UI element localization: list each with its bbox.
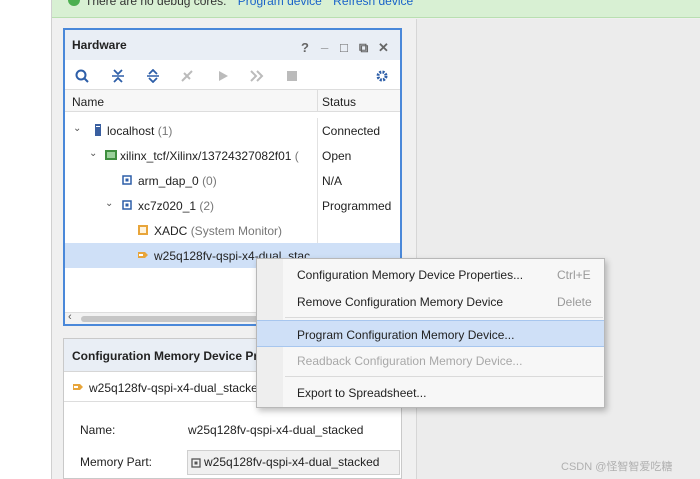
menu-item-label: Export to Spreadsheet... — [297, 386, 427, 400]
menu-item-label: Configuration Memory Device Properties..… — [297, 268, 524, 282]
hardware-title: Hardware — [72, 38, 127, 52]
tree-row-xc7z020[interactable]: ⌄ xc7z020_1 (2) Programmed — [65, 193, 400, 218]
menu-item-label: Program Configuration Memory Device... — [297, 328, 515, 342]
collapse-all-icon[interactable] — [110, 68, 126, 84]
stop-icon — [284, 68, 300, 84]
float-icon[interactable]: ⧉ — [359, 40, 368, 56]
banner-text: There are no debug cores. — [85, 0, 227, 8]
left-sidebar-strip — [0, 0, 52, 479]
chip-icon — [122, 200, 132, 210]
hardware-title-bar: Hardware ? _ □ ⧉ ✕ — [65, 30, 400, 60]
memory-device-icon — [73, 384, 83, 390]
debug-banner: There are no debug cores. Program device… — [52, 0, 700, 18]
tree-row-arm-dap[interactable]: arm_dap_0 (0) N/A — [65, 168, 400, 193]
tree-row-label: arm_dap_0 (0) — [138, 174, 217, 188]
editor-area — [416, 19, 700, 479]
menu-item-readback-device: Readback Configuration Memory Device... — [257, 347, 604, 374]
menu-separator — [285, 376, 603, 377]
tree-header: Name Status — [65, 90, 400, 112]
program-device-link[interactable]: Program device — [238, 0, 322, 8]
tree-row-label: xilinx_tcf/Xilinx/13724327082f01 ( — [120, 149, 299, 163]
tree-row-status: Open — [322, 149, 352, 163]
tree-row-localhost[interactable]: ⌄ localhost (1) Connected — [65, 118, 400, 143]
column-name-header[interactable]: Name — [72, 95, 104, 109]
tree-row-label: XADC (System Monitor) — [154, 224, 283, 238]
tree-row-label: localhost (1) — [107, 124, 173, 138]
banner-message: There are no debug cores. Program device… — [85, 0, 413, 8]
column-status-header[interactable]: Status — [322, 95, 356, 109]
menu-item-shortcut: Ctrl+E — [557, 268, 591, 282]
chip-icon — [122, 175, 132, 185]
minimize-icon[interactable]: _ — [321, 35, 328, 50]
chip-icon — [191, 458, 201, 468]
tree-row-status: Connected — [322, 124, 381, 138]
chevron-down-icon[interactable]: ⌄ — [73, 123, 81, 134]
run-icon — [215, 68, 231, 84]
tree-row-target[interactable]: ⌄ xilinx_tcf/Xilinx/13724327082f01 ( Ope… — [65, 143, 400, 168]
maximize-icon[interactable]: □ — [340, 40, 348, 55]
memory-device-icon — [138, 252, 148, 258]
help-icon[interactable]: ? — [301, 40, 309, 55]
name-value: w25q128fv-qspi-x4-dual_stacked — [188, 423, 364, 437]
name-label: Name: — [80, 423, 116, 437]
board-icon — [105, 150, 117, 160]
chevron-down-icon[interactable]: ⌄ — [105, 198, 113, 209]
memory-part-field[interactable]: w25q128fv-qspi-x4-dual_stacked — [187, 450, 400, 475]
menu-item-program-device[interactable]: Program Configuration Memory Device... — [257, 320, 604, 347]
search-icon[interactable] — [74, 68, 90, 84]
auto-connect-icon — [179, 68, 195, 84]
close-icon[interactable]: ✕ — [378, 40, 389, 56]
hardware-toolbar — [65, 60, 400, 90]
server-icon — [95, 124, 101, 136]
menu-item-label: Readback Configuration Memory Device... — [297, 354, 523, 368]
gear-icon[interactable] — [374, 68, 390, 84]
menu-item-remove-device[interactable]: Remove Configuration Memory Device Delet… — [257, 288, 604, 315]
chevron-down-icon[interactable]: ⌄ — [89, 148, 97, 159]
tree-row-xadc[interactable]: XADC (System Monitor) — [65, 218, 400, 243]
sysmon-icon — [138, 225, 148, 235]
memory-part-value: w25q128fv-qspi-x4-dual_stacked — [204, 455, 380, 469]
watermark: CSDN @怪智智爱吃糖 — [561, 461, 673, 473]
memory-part-label: Memory Part: — [80, 455, 153, 469]
expand-all-icon[interactable] — [145, 68, 161, 84]
scrollbar-thumb[interactable] — [81, 316, 281, 322]
column-divider[interactable] — [317, 90, 318, 112]
menu-item-label: Remove Configuration Memory Device — [297, 295, 504, 309]
scroll-left-icon[interactable]: ‹ — [68, 311, 72, 323]
refresh-device-link[interactable]: Refresh device — [333, 0, 413, 8]
menu-item-export-spreadsheet[interactable]: Export to Spreadsheet... — [257, 379, 604, 406]
info-ok-icon — [68, 0, 80, 6]
properties-item-name: w25q128fv-qspi-x4-dual_stacked — [89, 381, 265, 395]
menu-item-shortcut: Delete — [557, 295, 592, 309]
context-menu: Configuration Memory Device Properties..… — [256, 258, 605, 408]
tree-row-status: N/A — [322, 174, 343, 188]
tree-row-label: xc7z020_1 (2) — [138, 199, 215, 213]
menu-item-device-properties[interactable]: Configuration Memory Device Properties..… — [257, 261, 604, 288]
fast-forward-icon — [249, 68, 265, 84]
menu-separator — [285, 317, 603, 318]
tree-row-status: Programmed — [322, 199, 392, 213]
